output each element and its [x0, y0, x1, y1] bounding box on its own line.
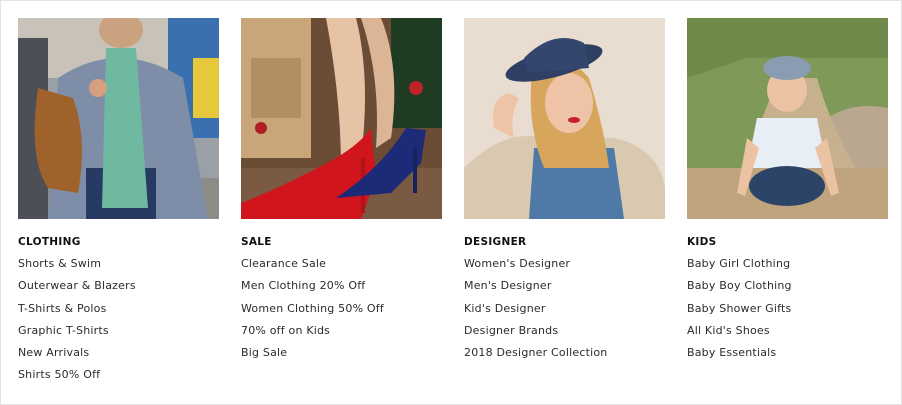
menu-link-graphic-tshirts[interactable]: Graphic T-Shirts	[18, 324, 219, 347]
menu-link-womens-designer[interactable]: Women's Designer	[464, 258, 665, 280]
link-women-clothing-50-off[interactable]: Women Clothing 50% Off	[241, 302, 384, 315]
link-big-sale[interactable]: Big Sale	[241, 346, 287, 359]
menu-link-designer-brands[interactable]: Designer Brands	[464, 324, 665, 347]
menu-link-baby-shower-gifts[interactable]: Baby Shower Gifts	[687, 302, 888, 325]
menu-link-kids-designer[interactable]: Kid's Designer	[464, 302, 665, 325]
menu-column-clothing: CLOTHING Shorts & Swim Outerwear & Blaze…	[18, 18, 219, 392]
menu-link-baby-girl-clothing[interactable]: Baby Girl Clothing	[687, 258, 888, 280]
menu-column-sale: SALE Clearance Sale Men Clothing 20% Off…	[241, 18, 442, 369]
kids-image[interactable]	[687, 18, 888, 219]
woman-in-blue-hat-denim-shirt-photo	[464, 18, 665, 219]
sale-links-list: Clearance Sale Men Clothing 20% Off Wome…	[241, 258, 442, 369]
designer-image[interactable]	[464, 18, 665, 219]
menu-link-women-clothing-50-off[interactable]: Women Clothing 50% Off	[241, 302, 442, 325]
menu-link-70-off-kids[interactable]: 70% off on Kids	[241, 324, 442, 347]
link-men-clothing-20-off[interactable]: Men Clothing 20% Off	[241, 279, 365, 292]
link-baby-essentials[interactable]: Baby Essentials	[687, 346, 776, 359]
designer-heading: DESIGNER	[464, 236, 527, 248]
link-womens-designer[interactable]: Women's Designer	[464, 257, 570, 270]
clothing-heading: CLOTHING	[18, 236, 81, 248]
menu-link-men-clothing-20-off[interactable]: Men Clothing 20% Off	[241, 280, 442, 302]
link-graphic-tshirts[interactable]: Graphic T-Shirts	[18, 324, 109, 337]
link-outerwear-blazers[interactable]: Outerwear & Blazers	[18, 279, 136, 292]
link-tshirts-polos[interactable]: T-Shirts & Polos	[18, 302, 107, 315]
link-clearance-sale[interactable]: Clearance Sale	[241, 257, 326, 270]
clothing-links-list: Shorts & Swim Outerwear & Blazers T-Shir…	[18, 258, 219, 392]
menu-link-outerwear-blazers[interactable]: Outerwear & Blazers	[18, 280, 219, 302]
child-in-cap-on-dirt-road-photo	[687, 18, 888, 219]
link-2018-designer-collection[interactable]: 2018 Designer Collection	[464, 346, 607, 359]
mega-menu-panel: CLOTHING Shorts & Swim Outerwear & Blaze…	[0, 0, 902, 405]
menu-link-shirts-50-off[interactable]: Shirts 50% Off	[18, 369, 219, 391]
link-all-kids-shoes[interactable]: All Kid's Shoes	[687, 324, 770, 337]
link-70-off-kids[interactable]: 70% off on Kids	[241, 324, 330, 337]
link-mens-designer[interactable]: Men's Designer	[464, 279, 552, 292]
link-designer-brands[interactable]: Designer Brands	[464, 324, 558, 337]
menu-link-tshirts-polos[interactable]: T-Shirts & Polos	[18, 302, 219, 325]
menu-link-new-arrivals[interactable]: New Arrivals	[18, 347, 219, 369]
menu-column-designer: DESIGNER Women's Designer Men's Designer…	[464, 18, 665, 369]
red-and-blue-high-heels-photo	[241, 18, 442, 219]
menu-link-mens-designer[interactable]: Men's Designer	[464, 280, 665, 302]
link-kids-designer[interactable]: Kid's Designer	[464, 302, 546, 315]
menu-link-all-kids-shoes[interactable]: All Kid's Shoes	[687, 324, 888, 347]
menu-link-big-sale[interactable]: Big Sale	[241, 347, 442, 369]
sale-heading: SALE	[241, 236, 272, 248]
link-shorts-swim[interactable]: Shorts & Swim	[18, 257, 101, 270]
clothing-image[interactable]	[18, 18, 219, 219]
kids-links-list: Baby Girl Clothing Baby Boy Clothing Bab…	[687, 258, 888, 369]
kids-heading: KIDS	[687, 236, 717, 248]
link-shirts-50-off[interactable]: Shirts 50% Off	[18, 368, 100, 381]
link-baby-boy-clothing[interactable]: Baby Boy Clothing	[687, 279, 792, 292]
sale-image[interactable]	[241, 18, 442, 219]
link-new-arrivals[interactable]: New Arrivals	[18, 346, 89, 359]
menu-column-kids: KIDS Baby Girl Clothing Baby Boy Clothin…	[687, 18, 888, 369]
menu-link-baby-essentials[interactable]: Baby Essentials	[687, 347, 888, 369]
designer-links-list: Women's Designer Men's Designer Kid's De…	[464, 258, 665, 369]
menu-link-clearance-sale[interactable]: Clearance Sale	[241, 258, 442, 280]
menu-link-baby-boy-clothing[interactable]: Baby Boy Clothing	[687, 280, 888, 302]
menu-link-shorts-swim[interactable]: Shorts & Swim	[18, 258, 219, 280]
link-baby-girl-clothing[interactable]: Baby Girl Clothing	[687, 257, 790, 270]
man-in-blazer-with-scarf-photo	[18, 18, 219, 219]
link-baby-shower-gifts[interactable]: Baby Shower Gifts	[687, 302, 791, 315]
menu-link-2018-designer-collection[interactable]: 2018 Designer Collection	[464, 347, 665, 369]
